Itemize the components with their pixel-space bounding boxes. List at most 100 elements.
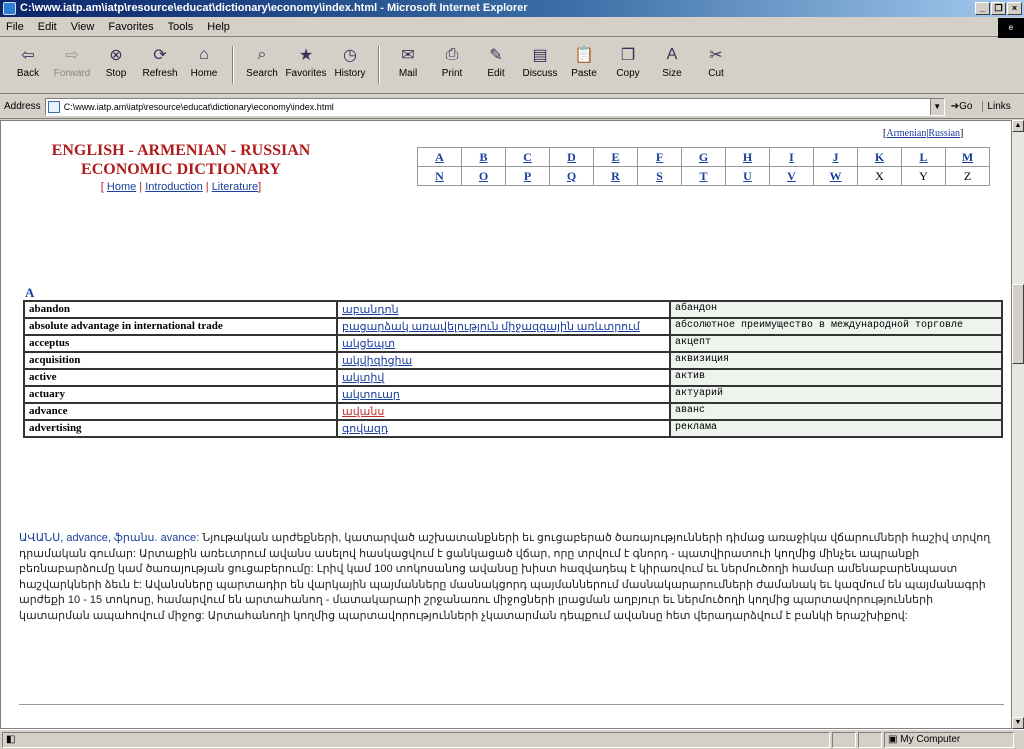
stop-button[interactable]: ⊗ Stop bbox=[94, 44, 138, 88]
refresh-button[interactable]: ⟳ Refresh bbox=[138, 44, 182, 88]
edit-button[interactable]: ✎ Edit bbox=[474, 44, 518, 88]
address-label: Address bbox=[4, 101, 41, 112]
vertical-scrollbar[interactable]: ▲ ▼ bbox=[1012, 120, 1024, 729]
letter-link-r[interactable]: R bbox=[593, 166, 638, 186]
link-russian[interactable]: Russian bbox=[928, 128, 960, 139]
cut-button[interactable]: ✂ Cut bbox=[694, 44, 738, 88]
scroll-down-icon[interactable]: ▼ bbox=[1012, 717, 1024, 729]
forward-button[interactable]: ⇨ Forward bbox=[50, 44, 94, 88]
link-armenian[interactable]: Armenian bbox=[886, 128, 926, 139]
size-button[interactable]: A Size bbox=[650, 44, 694, 88]
letter-link-v[interactable]: V bbox=[769, 166, 814, 186]
search-icon: ⌕ bbox=[257, 46, 267, 63]
stop-icon: ⊗ bbox=[109, 47, 123, 64]
armenian-term-link[interactable]: բացարձակ առավելություն միջազգային առևտրո… bbox=[336, 317, 671, 336]
armenian-term-link[interactable]: աբանդոն bbox=[336, 300, 671, 319]
home-icon: ⌂ bbox=[199, 46, 209, 63]
home-button[interactable]: ⌂ Home bbox=[182, 44, 226, 88]
russian-term: реклама bbox=[669, 419, 1003, 438]
letter-link-e[interactable]: E bbox=[593, 147, 638, 167]
forward-arrow-icon: ⇨ bbox=[65, 47, 79, 64]
russian-term: аквизиция bbox=[669, 351, 1003, 370]
table-row: abandon աբանդոն абандон bbox=[23, 300, 1003, 319]
scroll-up-icon[interactable]: ▲ bbox=[1012, 120, 1024, 132]
paste-icon: 📋 bbox=[574, 47, 594, 64]
cut-icon: ✂ bbox=[709, 47, 723, 64]
armenian-term-link[interactable]: ակվիզիցիա bbox=[336, 351, 671, 370]
armenian-term-link[interactable]: ակցեպտ bbox=[336, 334, 671, 353]
letter-link-p[interactable]: P bbox=[505, 166, 550, 186]
horizontal-rule bbox=[19, 704, 1004, 706]
dictionary-nav: [ Home | Introduction | Literature] bbox=[100, 181, 262, 193]
letter-link-a[interactable]: A bbox=[417, 147, 462, 167]
history-button[interactable]: ◷ History bbox=[328, 44, 372, 88]
discuss-button[interactable]: ▤ Discuss bbox=[518, 44, 562, 88]
menu-favorites[interactable]: Favorites bbox=[108, 21, 153, 33]
russian-term: абандон bbox=[669, 300, 1003, 319]
armenian-term-link[interactable]: գովազդ bbox=[336, 419, 671, 438]
nav-introduction[interactable]: Introduction bbox=[145, 181, 202, 193]
table-row: advance ավանս аванс bbox=[23, 402, 1003, 421]
alphabet-index: ABCDEFGHIJKLM NOPQRSTUVWXYZ bbox=[417, 147, 990, 186]
table-row: actuary ակտուար актуарий bbox=[23, 385, 1003, 404]
english-term: active bbox=[23, 368, 338, 387]
armenian-term-link[interactable]: ակտիվ bbox=[336, 368, 671, 387]
letter-link-g[interactable]: G bbox=[681, 147, 726, 167]
history-icon: ◷ bbox=[343, 47, 357, 64]
ie-throbber-logo: e bbox=[998, 18, 1024, 38]
table-row: absolute advantage in international trad… bbox=[23, 317, 1003, 336]
go-button[interactable]: ➔Go bbox=[951, 101, 973, 112]
nav-home[interactable]: Home bbox=[107, 181, 136, 193]
letter-link-u[interactable]: U bbox=[725, 166, 770, 186]
letter-link-f[interactable]: F bbox=[637, 147, 682, 167]
russian-term: аванс bbox=[669, 402, 1003, 421]
letter-link-t[interactable]: T bbox=[681, 166, 726, 186]
english-term: advertising bbox=[23, 419, 338, 438]
restore-button[interactable]: ❐ bbox=[991, 2, 1006, 15]
menu-view[interactable]: View bbox=[71, 21, 95, 33]
close-button[interactable]: × bbox=[1007, 2, 1022, 15]
print-icon: ⎙ bbox=[445, 46, 459, 63]
status-text: ◧ bbox=[2, 731, 830, 748]
letter-link-k[interactable]: K bbox=[857, 147, 902, 167]
letter-link-i[interactable]: I bbox=[769, 147, 814, 167]
standard-toolbar: ⇦ Back ⇨ Forward ⊗ Stop ⟳ Refresh ⌂ Home ⌕ Sea… bbox=[0, 38, 1024, 94]
armenian-term-link[interactable]: ավանս bbox=[336, 402, 671, 421]
armenian-term-link[interactable]: ակտուար bbox=[336, 385, 671, 404]
letter-link-o[interactable]: O bbox=[461, 166, 506, 186]
copy-button[interactable]: ❐ Copy bbox=[606, 44, 650, 88]
minimize-button[interactable]: _ bbox=[975, 2, 990, 15]
letter-link-n[interactable]: N bbox=[417, 166, 462, 186]
nav-literature[interactable]: Literature bbox=[212, 181, 258, 193]
letter-link-h[interactable]: H bbox=[725, 147, 770, 167]
letter-link-d[interactable]: D bbox=[549, 147, 594, 167]
letter-link-c[interactable]: C bbox=[505, 147, 550, 167]
letter-link-w[interactable]: W bbox=[813, 166, 858, 186]
menu-edit[interactable]: Edit bbox=[38, 21, 57, 33]
letter-link-j[interactable]: J bbox=[813, 147, 858, 167]
status-bar: ◧ ▣ My Computer bbox=[0, 729, 1024, 749]
russian-term: акцепт bbox=[669, 334, 1003, 353]
links-button[interactable]: Links bbox=[982, 101, 1011, 112]
back-button[interactable]: ⇦ Back bbox=[6, 44, 50, 88]
address-input[interactable]: C:\www.iatp.am\iatp\resource\educat\dict… bbox=[44, 97, 945, 116]
mail-button[interactable]: ✉ Mail bbox=[386, 44, 430, 88]
address-dropdown-icon[interactable]: ▼ bbox=[929, 98, 944, 115]
letter-link-q[interactable]: Q bbox=[549, 166, 594, 186]
mail-icon: ✉ bbox=[401, 47, 415, 64]
go-arrow-icon: ➔ bbox=[950, 101, 960, 112]
letter-link-m[interactable]: M bbox=[945, 147, 990, 167]
menu-tools[interactable]: Tools bbox=[168, 21, 194, 33]
computer-icon: ▣ bbox=[888, 733, 898, 745]
favorites-button[interactable]: ★ Favorites bbox=[284, 44, 328, 88]
letter-link-b[interactable]: B bbox=[461, 147, 506, 167]
print-button[interactable]: ⎙ Print bbox=[430, 44, 474, 88]
letter-link-s[interactable]: S bbox=[637, 166, 682, 186]
scroll-thumb[interactable] bbox=[1012, 284, 1024, 364]
search-button[interactable]: ⌕ Search bbox=[240, 44, 284, 88]
menu-file[interactable]: File bbox=[6, 21, 24, 33]
letter-link-l[interactable]: L bbox=[901, 147, 946, 167]
paste-button[interactable]: 📋 Paste bbox=[562, 44, 606, 88]
favorites-icon: ★ bbox=[298, 47, 314, 64]
menu-help[interactable]: Help bbox=[207, 21, 230, 33]
